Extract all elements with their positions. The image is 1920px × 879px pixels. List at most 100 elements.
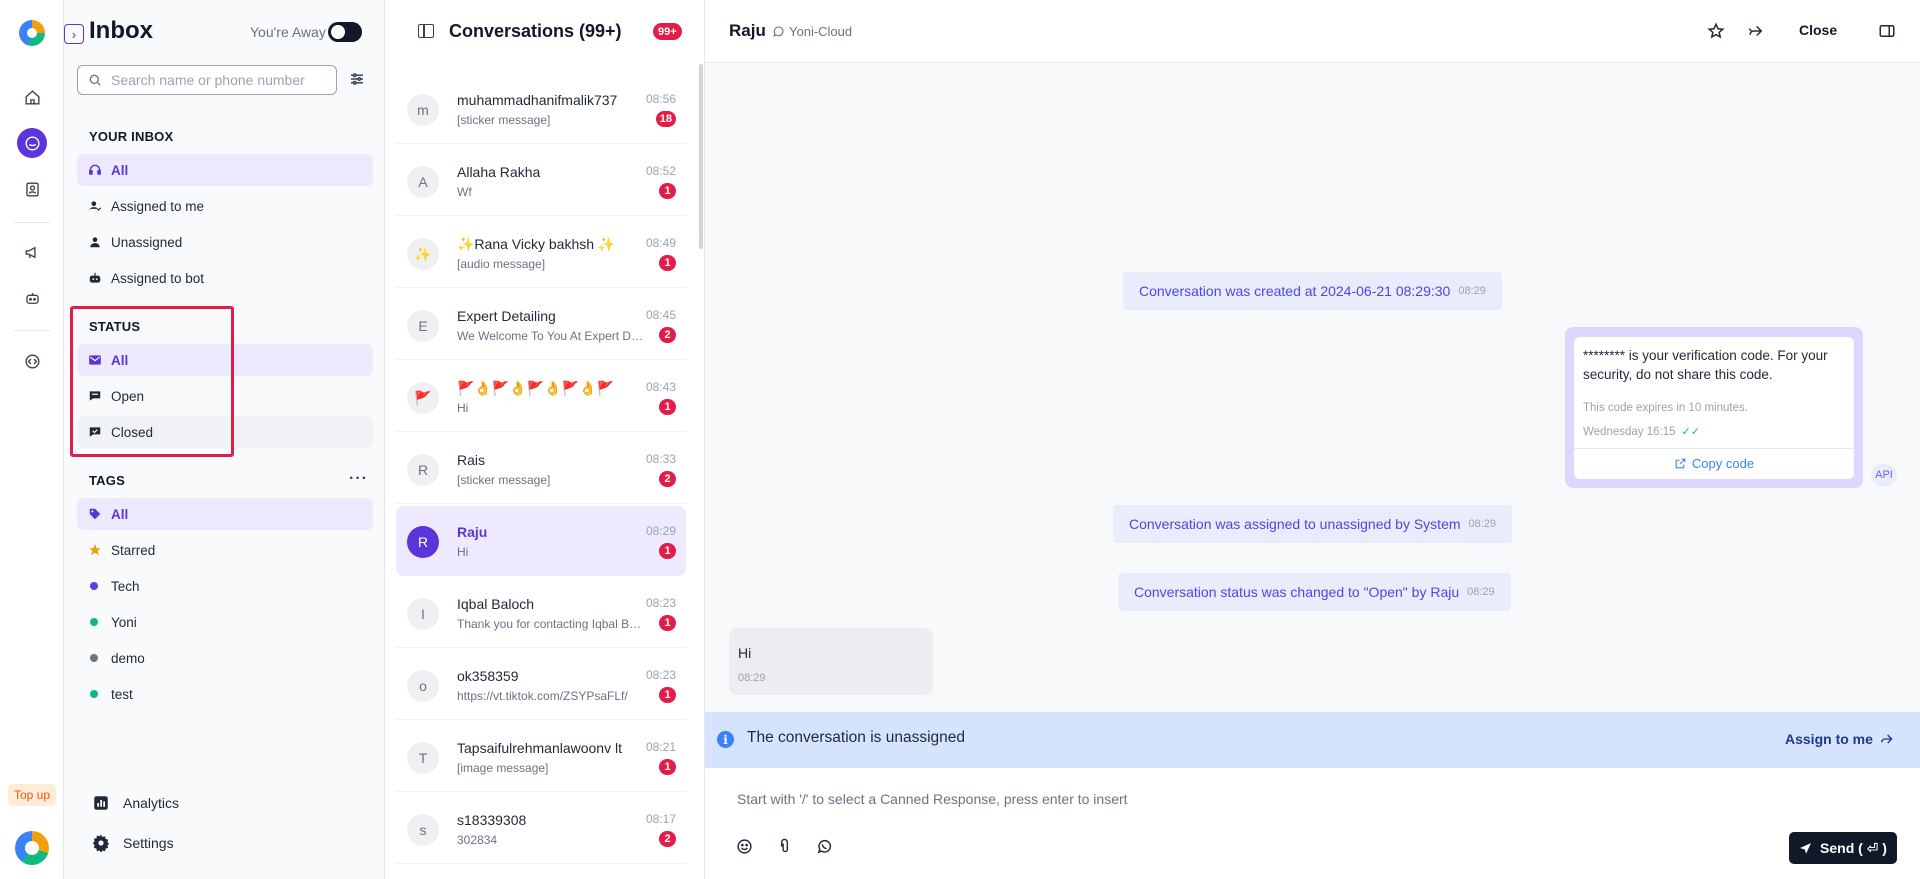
rail-divider [14,222,50,223]
tag-item-label: All [111,506,129,522]
highlight-annotation [70,306,234,457]
inbox-item-assigned-to-me[interactable]: Assigned to me [77,190,373,222]
settings-link[interactable]: Settings [92,834,174,852]
send-button[interactable]: Send ( ⏎ ) [1789,832,1897,864]
conversation-item[interactable]: s s18339308 302834 08:17 2 [396,794,686,864]
analytics-label: Analytics [123,795,180,811]
system-message-text: Conversation was assigned to unassigned … [1129,516,1461,532]
tag-color-dot [90,690,98,698]
collapse-sidebar-button[interactable]: › [64,24,84,44]
copy-code-button[interactable]: Copy code [1574,448,1854,479]
conversation-name: s18339308 [457,812,527,828]
chat-panel: Raju Yoni-Cloud Close Conversation was c… [705,0,1920,879]
side-panel-icon[interactable] [1878,22,1896,40]
assign-to-me-button[interactable]: Assign to me [1785,731,1895,747]
star-icon[interactable] [1707,22,1725,40]
contacts-icon[interactable] [17,174,47,204]
system-message: Conversation was assigned to unassigned … [1113,505,1513,543]
code-icon[interactable] [17,346,47,376]
megaphone-icon[interactable] [17,237,47,267]
send-icon [1800,842,1811,854]
conversation-name: Iqbal Baloch [457,596,535,612]
conversation-item[interactable]: R Rais [sticker message] 08:33 2 [396,434,686,504]
attachment-icon[interactable] [776,838,793,855]
tags-more-icon[interactable]: ··· [349,470,368,488]
user-check-icon [89,201,102,212]
tag-item-label: Starred [111,542,156,558]
conversation-item[interactable]: I Iqbal Baloch Thank you for contacting Iq… [396,578,686,648]
double-check-icon: ✓✓ [1681,426,1700,438]
conversation-item[interactable]: o ok358359 https://vt.tiktok.com/ZSYPsaFLf… [396,650,686,720]
conversation-item[interactable]: m muhammadhanifmalik737 [sticker message] 0… [396,74,686,144]
home-icon[interactable] [17,82,47,112]
info-icon: i [717,731,734,748]
tag-item-all[interactable]: All [77,498,373,530]
inbox-item-label: All [111,162,129,178]
top-up-button[interactable]: Top up [8,784,56,806]
conversation-name: Tapsaifulrehmanlawoonv lt [457,740,622,756]
tag-color-dot [90,654,98,662]
panel-toggle-icon[interactable] [418,24,434,38]
tag-item-starred[interactable]: Starred [77,534,373,566]
template-message: ******** is your verification code. For … [1565,327,1863,488]
bar-chart-icon [94,796,108,810]
unread-badge: 1 [659,687,676,703]
conversation-time: 08:23 [645,596,676,610]
inbox-item-assigned-to-bot[interactable]: Assigned to bot [77,262,373,294]
inbox-item-unassigned[interactable]: Unassigned [77,226,373,258]
system-message-text: Conversation status was changed to "Open… [1134,584,1460,600]
conversation-preview: Hi [457,401,469,415]
message-input[interactable] [737,791,1437,807]
message-composer: Send ( ⏎ ) [705,768,1920,879]
unread-badge: 2 [659,471,676,487]
conversation-time: 08:45 [645,308,676,322]
conversation-item[interactable]: T Tapsaifulrehmanlawoonv lt [image message… [396,722,686,792]
scrollbar[interactable] [699,64,703,249]
conversation-preview: [sticker message] [457,113,551,127]
whatsapp-icon [773,26,784,37]
analytics-link[interactable]: Analytics [92,794,179,812]
whatsapp-icon[interactable] [816,838,833,855]
unread-badge: 1 [659,759,676,775]
away-toggle[interactable] [328,22,362,42]
bot-icon[interactable] [17,283,47,313]
conversation-preview: 302834 [457,833,498,847]
conversation-item[interactable]: ✨ ✨Rana Vicky bakhsh ✨ [audio message] 08:4… [396,218,686,288]
conversation-item[interactable]: A Allaha Rakha Wf 08:52 1 [396,146,686,216]
incoming-message-text: Hi [738,645,752,661]
emoji-icon[interactable] [736,838,753,855]
conversation-time: 08:29 [645,524,676,538]
conversation-preview: https://vt.tiktok.com/ZSYPsaFLf/ [457,689,628,703]
inbox-item-label: Unassigned [111,234,183,250]
external-link-icon [1675,458,1686,469]
away-status-label: You're Away [250,24,326,40]
chat-icon[interactable] [17,128,47,158]
conversation-time: 08:21 [645,740,676,754]
tag-item-demo[interactable]: demo [77,642,373,674]
user-avatar[interactable] [15,831,49,865]
send-label: Send ( ⏎ ) [1820,839,1887,856]
template-footer: This code expires in 10 minutes. [1583,402,1748,414]
conversation-preview: [sticker message] [457,473,551,487]
contact-name[interactable]: Raju [729,21,766,41]
forward-icon [1880,734,1893,744]
conversation-item[interactable]: 🚩 🚩👌🚩👌🚩👌🚩👌🚩 Hi 08:43 1 [396,362,686,432]
tag-item-test[interactable]: test [77,678,373,710]
search-input[interactable] [111,72,321,88]
filter-icon[interactable] [348,70,366,88]
conversation-item[interactable]: R Raju Hi 08:29 1 [396,506,686,576]
conversation-avatar: I [407,598,439,630]
conversation-item[interactable]: E Expert Detailing We Welcome To You At Ex… [396,290,686,360]
app-logo [19,20,45,46]
unread-badge: 1 [659,183,676,199]
inbox-item-all[interactable]: All [77,154,373,186]
close-conversation-button[interactable]: Close [1799,22,1837,38]
conversation-time: 08:17 [645,812,676,826]
conversation-name: muhammadhanifmalik737 [457,92,618,108]
system-message: Conversation was created at 2024-06-21 0… [1123,272,1502,310]
tag-item-tech[interactable]: Tech [77,570,373,602]
tag-color-dot [90,582,98,590]
forward-icon[interactable] [1747,22,1765,40]
headset-icon [89,164,101,175]
tag-item-yoni[interactable]: Yoni [77,606,373,638]
